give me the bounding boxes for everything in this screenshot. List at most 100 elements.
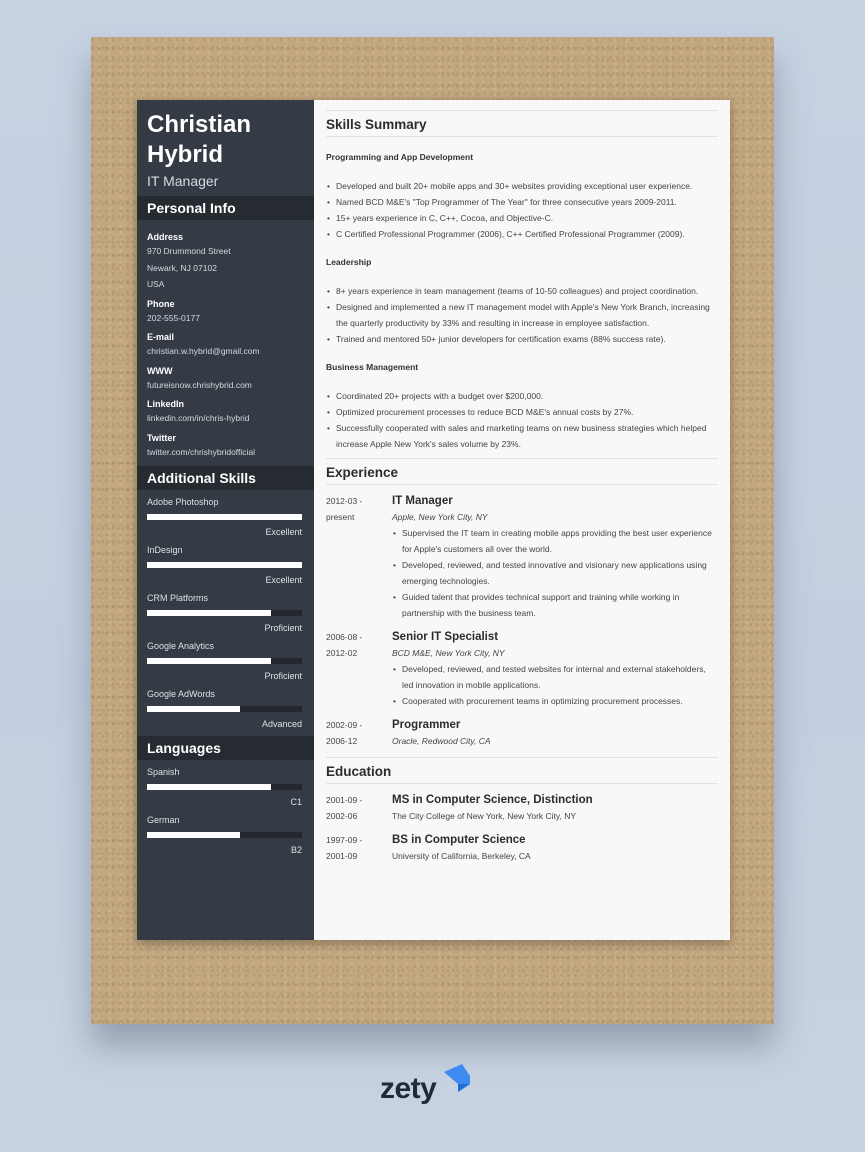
experience-date-to: present (326, 512, 355, 522)
info-value-twitter: twitter.com/chrishybridofficial (147, 446, 256, 457)
education-title: MS in Computer Science, Distinction (392, 794, 593, 806)
education-date-from: 1997-09 - (326, 835, 363, 845)
name-first: Christian (147, 111, 252, 138)
summary-group-title: Leadership (326, 257, 372, 267)
skill-level-fill (147, 706, 240, 712)
experience-body: Programmer Oracle, Redwood City, CA (392, 717, 718, 749)
candidate-name: Christian Hybrid (137, 100, 314, 170)
info-label-twitter: Twitter (147, 432, 176, 443)
experience-organization: Oracle, Redwood City, CA (392, 736, 491, 746)
zety-logo: zety (380, 1062, 472, 1106)
skill-level-fill (147, 658, 271, 664)
additional-skills-list: Adobe Photoshop Excellent InDesign Excellen… (137, 490, 314, 730)
experience-dates: 2002-09 - 2006-12 (326, 717, 392, 749)
experience-bullet: Developed, reviewed, and tested websites… (392, 661, 718, 693)
info-value-address: USA (147, 279, 165, 289)
summary-bullet-list: Coordinated 20+ projects with a budget o… (326, 388, 718, 452)
name-last: Hybrid (147, 141, 224, 168)
education-dates: 2001-09 - 2002-06 (326, 792, 392, 824)
skill-level-label: Excellent (265, 527, 302, 537)
experience-date-from: 2006-08 - (326, 632, 363, 642)
education-body: MS in Computer Science, Distinction The C… (392, 792, 718, 824)
experience-heading: Experience (326, 458, 718, 485)
skill-item: Google AdWords Advanced (147, 688, 304, 730)
skill-level-bar (147, 514, 302, 520)
education-entry: 2001-09 - 2002-06 MS in Computer Science, … (326, 792, 718, 824)
languages-list: Spanish C1 German B2 (137, 760, 314, 856)
language-item: Spanish C1 (147, 766, 304, 808)
experience-list: 2012-03 - present IT Manager Apple, New Yor… (326, 493, 718, 749)
summary-group-title: Programming and App Development (326, 152, 474, 162)
skill-level-bar (147, 562, 302, 568)
experience-bullet: Supervised the IT team in creating mobil… (392, 525, 718, 557)
skill-level-fill (147, 610, 271, 616)
skills-summary-groups: Programming and App Development Developed… (326, 152, 718, 452)
experience-organization: BCD M&E, New York City, NY (392, 648, 505, 658)
summary-bullet-list: Developed and built 20+ mobile apps and … (326, 178, 718, 242)
education-body: BS in Computer Science University of Cali… (392, 832, 718, 864)
skill-level-label: Proficient (264, 671, 302, 681)
language-level-fill (147, 784, 271, 790)
skills-summary-heading: Skills Summary (326, 110, 718, 137)
experience-bullet-list: Supervised the IT team in creating mobil… (392, 525, 718, 621)
skill-item: Adobe Photoshop Excellent (147, 496, 304, 538)
summary-bullet: Designed and implemented a new IT manage… (326, 299, 718, 331)
summary-bullet-list: 8+ years experience in team management (… (326, 283, 718, 347)
logo-wordmark: zety (380, 1072, 437, 1105)
summary-bullet: 8+ years experience in team management (… (326, 283, 718, 299)
skill-level-fill (147, 514, 302, 520)
education-date-to: 2002-06 (326, 811, 358, 821)
logo-mark-icon (444, 1064, 471, 1092)
experience-title: Programmer (392, 719, 461, 731)
skill-item: Google Analytics Proficient (147, 640, 304, 682)
language-name: Spanish (147, 767, 180, 777)
experience-title: Senior IT Specialist (392, 631, 499, 643)
skill-level-bar (147, 706, 302, 712)
summary-bullet: Named BCD M&E's "Top Programmer of The Y… (326, 194, 718, 210)
info-value-phone: 202-555-0177 (147, 312, 200, 323)
info-label-email: E-mail (147, 332, 175, 342)
language-level-label: C1 (290, 797, 302, 807)
skill-name: Google AdWords (147, 689, 215, 699)
skill-level-bar (147, 658, 302, 664)
education-heading: Education (326, 757, 718, 784)
info-value-address: Newark, NJ 07102 (147, 262, 217, 273)
summary-bullet: Developed and built 20+ mobile apps and … (326, 178, 718, 194)
summary-bullet: Successfully cooperated with sales and m… (326, 420, 718, 452)
skill-name: CRM Platforms (147, 593, 209, 603)
education-entry: 1997-09 - 2001-09 BS in Computer Science Un… (326, 832, 718, 864)
experience-date-to: 2006-12 (326, 736, 358, 746)
experience-dates: 2006-08 - 2012-02 (326, 629, 392, 709)
skill-level-fill (147, 562, 302, 568)
experience-body: IT Manager Apple, New York City, NY Superv… (392, 493, 718, 621)
languages-heading: Languages (137, 736, 314, 760)
experience-body: Senior IT Specialist BCD M&E, New York Ci… (392, 629, 718, 709)
experience-bullet: Guided talent that provides technical su… (392, 589, 718, 621)
skill-name: Adobe Photoshop (147, 497, 219, 507)
additional-skills-heading: Additional Skills (137, 466, 314, 490)
info-label-linkedin: LinkedIn (147, 399, 185, 409)
language-level-bar (147, 832, 302, 838)
experience-entry: 2012-03 - present IT Manager Apple, New Yor… (326, 493, 718, 621)
resume-main: Skills Summary Programming and App Devel… (314, 100, 730, 940)
education-organization: The City College of New York, New York C… (392, 811, 577, 821)
info-value-www: futureisnow.chrishybrid.com (147, 379, 252, 390)
education-date-to: 2001-09 (326, 851, 358, 861)
language-level-bar (147, 784, 302, 790)
personal-info-list: Address 970 Drummond Street Newark, NJ 071… (137, 220, 314, 460)
info-value-email: christian.w.hybrid@gmail.com (147, 346, 260, 356)
personal-info-heading: Personal Info (137, 196, 314, 220)
summary-bullet: 15+ years experience in C, C++, Cocoa, a… (326, 210, 718, 226)
summary-bullet: C Certified Professional Programmer (200… (326, 226, 718, 242)
education-date-from: 2001-09 - (326, 795, 363, 805)
summary-bullet: Coordinated 20+ projects with a budget o… (326, 388, 718, 404)
skill-level-bar (147, 610, 302, 616)
experience-date-from: 2002-09 - (326, 720, 363, 730)
info-value-linkedin: linkedin.com/in/chris-hybrid (147, 413, 250, 423)
experience-entry: 2002-09 - 2006-12 Programmer Oracle, Redwoo… (326, 717, 718, 749)
experience-title: IT Manager (392, 495, 453, 507)
skill-item: CRM Platforms Proficient (147, 592, 304, 634)
experience-date-to: 2012-02 (326, 648, 358, 658)
experience-bullet-list: Developed, reviewed, and tested websites… (392, 661, 718, 709)
experience-dates: 2012-03 - present (326, 493, 392, 621)
